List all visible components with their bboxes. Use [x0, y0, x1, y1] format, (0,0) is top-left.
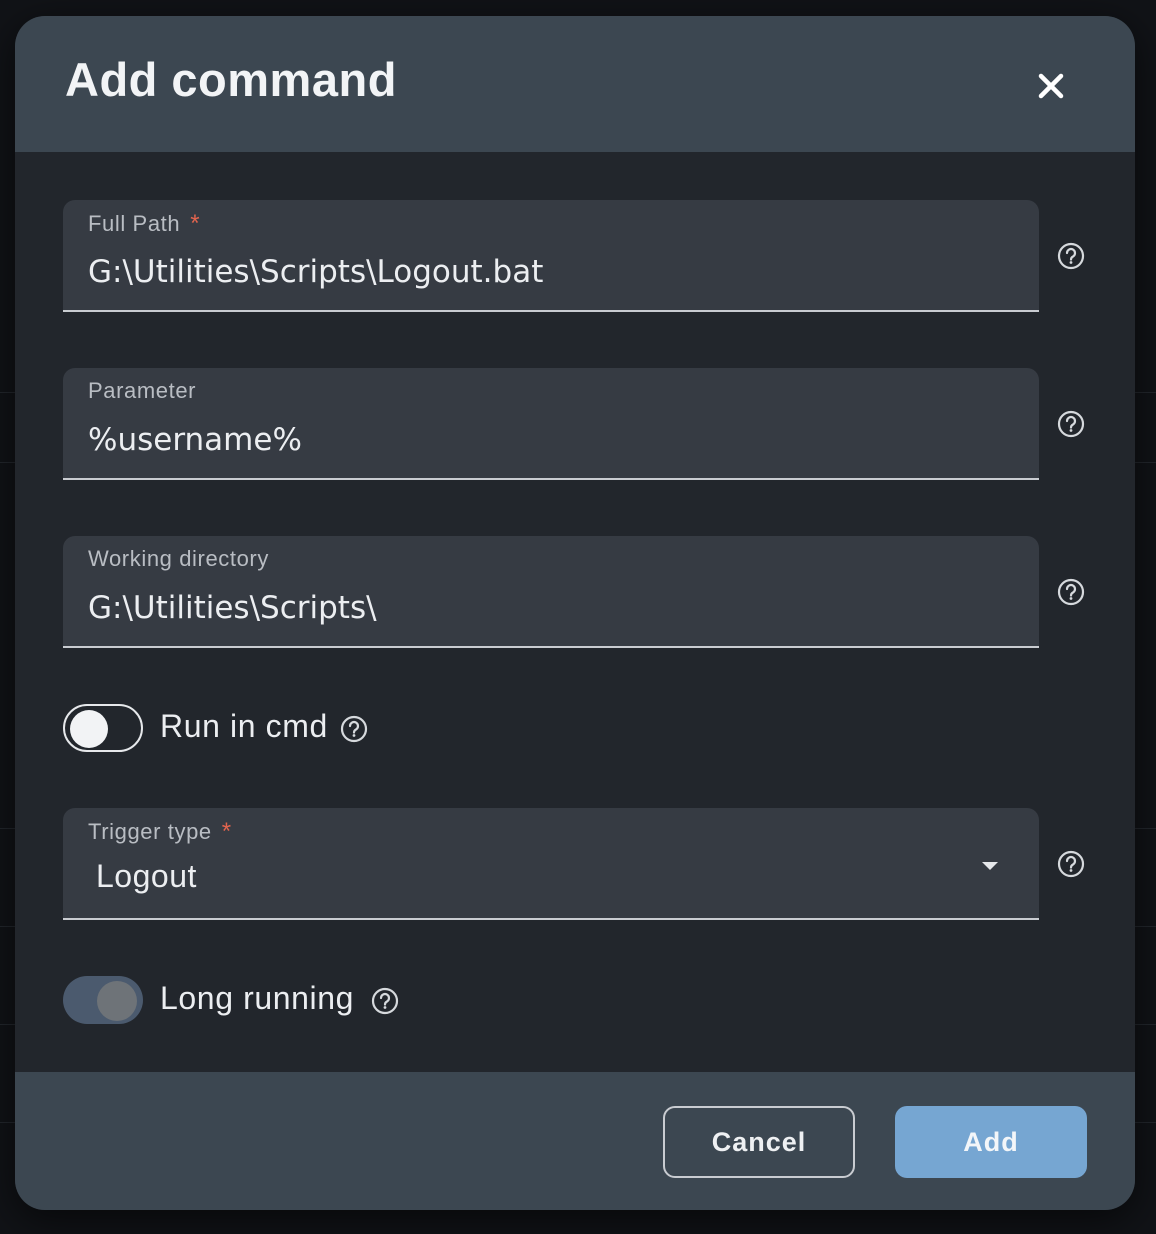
help-circle-icon[interactable] [1056, 241, 1086, 271]
long-running-toggle[interactable] [63, 976, 143, 1024]
toggle-knob [70, 710, 108, 748]
working-directory-label: Working directory [88, 546, 269, 571]
working-directory-field[interactable]: Working directory G:\Utilities\Scripts\ [63, 536, 1039, 648]
help-circle-icon[interactable] [370, 986, 400, 1016]
working-directory-input[interactable]: G:\Utilities\Scripts\ [88, 590, 377, 626]
parameter-label: Parameter [88, 378, 197, 403]
long-running-label: Long running [160, 980, 355, 1016]
parameter-input[interactable]: %username% [88, 422, 302, 458]
cancel-button[interactable]: Cancel [663, 1106, 855, 1178]
full-path-field[interactable]: Full Path * G:\Utilities\Scripts\Logout.b… [63, 200, 1039, 312]
required-marker: * [190, 210, 201, 237]
close-button[interactable] [1029, 64, 1073, 108]
help-circle-icon[interactable] [1056, 409, 1086, 439]
trigger-type-value: Logout [96, 858, 197, 894]
parameter-field[interactable]: Parameter %username% [63, 368, 1039, 480]
add-button[interactable]: Add [895, 1106, 1087, 1178]
dialog-title: Add command [65, 53, 397, 106]
long-running-row: Long running [63, 976, 423, 1026]
dialog-header: Add command [15, 16, 1135, 152]
full-path-label: Full Path * [88, 210, 201, 237]
run-in-cmd-label: Run in cmd [160, 708, 328, 744]
caret-down-icon[interactable] [981, 860, 999, 872]
dialog-footer: Cancel Add [15, 1072, 1135, 1210]
required-marker: * [221, 818, 232, 845]
add-command-dialog: Add command Full Path * G:\Utilities\Scri… [15, 16, 1135, 1210]
close-icon [1038, 73, 1064, 99]
trigger-type-select[interactable]: Trigger type * Logout [63, 808, 1039, 920]
run-in-cmd-row: Run in cmd [63, 704, 393, 754]
toggle-knob [97, 981, 137, 1021]
run-in-cmd-toggle[interactable] [63, 704, 143, 752]
full-path-input[interactable]: G:\Utilities\Scripts\Logout.bat [88, 254, 543, 290]
help-circle-icon[interactable] [1056, 577, 1086, 607]
help-circle-icon[interactable] [339, 714, 369, 744]
help-circle-icon[interactable] [1056, 849, 1086, 879]
trigger-type-label: Trigger type * [88, 818, 232, 845]
